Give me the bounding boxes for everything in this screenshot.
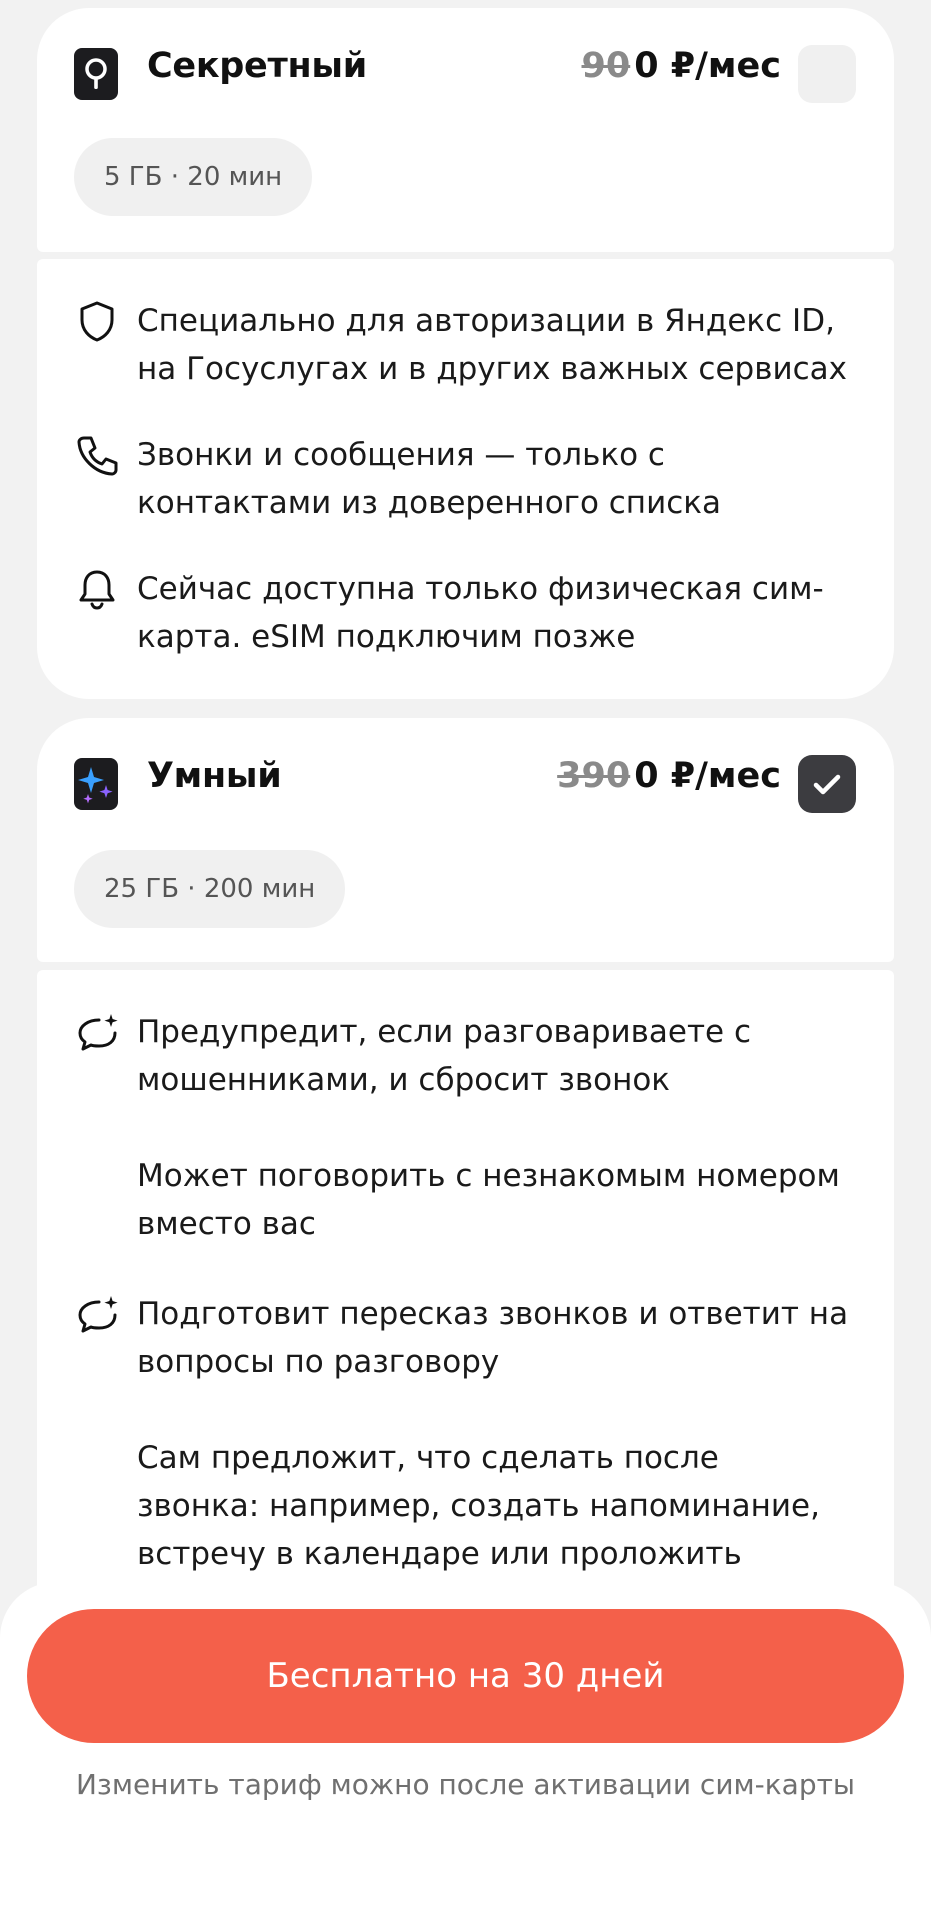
- plan-traffic-chip: 25 ГБ · 200 мин: [74, 850, 346, 928]
- plan-card-smart[interactable]: Умный 390 0 ₽/мес 25 ГБ · 200 мин: [37, 718, 894, 962]
- bottom-action-panel: Бесплатно на 30 дней Изменить тариф можн…: [0, 1582, 931, 1920]
- checkmark-icon: [813, 774, 841, 795]
- ai-chat-icon: [78, 1296, 118, 1333]
- shield-icon: [80, 301, 114, 342]
- tariff-change-hint: Изменить тариф можно после активации сим…: [75, 1768, 856, 1801]
- old-price: 90: [581, 46, 631, 86]
- feature-text: Может поговорить с незнакомым номером вм…: [137, 1158, 840, 1242]
- feature-text: Специально для авторизации в Яндекс ID, …: [137, 303, 848, 387]
- feature-text: Сейчас доступна только физическая сим-ка…: [137, 571, 824, 655]
- plan-name: Секретный: [147, 46, 367, 86]
- plan-name: Умный: [147, 756, 282, 796]
- plan-features-secret: Специально для авторизации в Яндекс ID, …: [37, 259, 894, 699]
- feature-text: Звонки и сообщения — только с контактами…: [137, 437, 721, 521]
- plan-checkbox[interactable]: [798, 45, 856, 103]
- ai-chat-icon: [78, 1014, 118, 1051]
- old-price: 390: [557, 756, 631, 796]
- plan-features-smart: Предупредит, если разговариваете с мошен…: [37, 970, 894, 1670]
- new-price: 0 ₽/мес: [634, 756, 781, 796]
- plan-checkbox-checked[interactable]: [798, 755, 856, 813]
- new-price: 0 ₽/мес: [634, 46, 781, 86]
- sparkle-stars-icon: [74, 758, 118, 810]
- plan-price: 90 0 ₽/мес: [582, 46, 782, 86]
- feature-text: Предупредит, если разговариваете с мошен…: [137, 1014, 752, 1098]
- bell-icon: [79, 570, 115, 610]
- plan-traffic-chip: 5 ГБ · 20 мин: [74, 138, 313, 216]
- free-trial-button[interactable]: Бесплатно на 30 дней: [27, 1609, 904, 1743]
- plan-card-secret[interactable]: Секретный 90 0 ₽/мес 5 ГБ · 20 мин: [37, 8, 894, 252]
- lock-key-icon: [74, 48, 118, 100]
- phone-icon: [77, 436, 118, 476]
- feature-text: Подготовит пересказ звонков и ответит на…: [137, 1296, 849, 1380]
- plan-price: 390 0 ₽/мес: [557, 756, 781, 796]
